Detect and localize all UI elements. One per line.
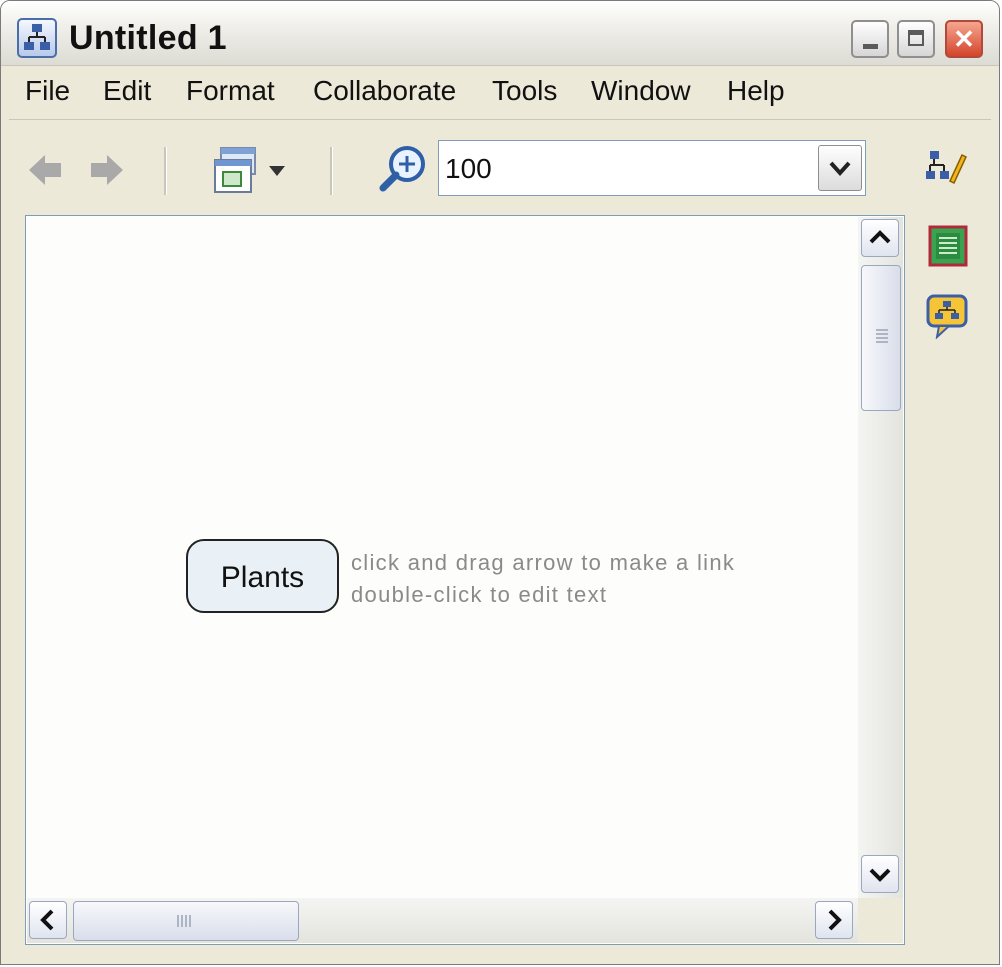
scroll-down-button[interactable] bbox=[861, 855, 899, 893]
scroll-right-button[interactable] bbox=[815, 901, 853, 939]
zoom-value[interactable]: 100 bbox=[445, 153, 492, 185]
menu-collaborate[interactable]: Collaborate bbox=[313, 75, 456, 107]
chevron-left-icon bbox=[40, 909, 54, 931]
scrollbar-corner bbox=[858, 898, 903, 943]
maximize-button[interactable] bbox=[897, 20, 935, 58]
chevron-down-icon bbox=[829, 161, 851, 176]
menu-file[interactable]: File bbox=[25, 75, 70, 107]
zoom-in-icon[interactable] bbox=[377, 144, 427, 194]
app-window: Untitled 1 ✕ File Edit Format Collaborat… bbox=[0, 0, 1000, 965]
minimize-icon bbox=[863, 44, 878, 49]
collaboration-icon[interactable] bbox=[925, 293, 971, 344]
zoom-dropdown-button[interactable] bbox=[818, 145, 862, 191]
grip-icon bbox=[177, 915, 191, 927]
concept-label[interactable]: Plants bbox=[188, 561, 337, 595]
toolbar-separator bbox=[164, 147, 167, 195]
menu-format[interactable]: Format bbox=[186, 75, 275, 107]
minimize-button[interactable] bbox=[851, 20, 889, 58]
maximize-icon bbox=[908, 30, 924, 46]
grip-icon bbox=[876, 329, 888, 343]
vertical-scrollbar[interactable] bbox=[858, 217, 903, 943]
menu-help[interactable]: Help bbox=[727, 75, 785, 107]
map-canvas[interactable] bbox=[25, 215, 905, 945]
view-menu-button[interactable] bbox=[211, 146, 293, 196]
chevron-down-icon bbox=[869, 868, 891, 882]
menu-bar: File Edit Format Collaborate Tools Windo… bbox=[9, 67, 991, 120]
info-icon[interactable] bbox=[927, 225, 971, 274]
close-icon: ✕ bbox=[953, 24, 975, 54]
title-bar[interactable]: Untitled 1 ✕ bbox=[1, 1, 999, 66]
chevron-right-icon bbox=[828, 909, 842, 931]
forward-arrow-icon[interactable] bbox=[87, 151, 125, 194]
close-button[interactable]: ✕ bbox=[945, 20, 983, 58]
view-windows-icon bbox=[214, 147, 285, 193]
hint-text-link: click and drag arrow to make a link bbox=[351, 550, 736, 575]
menu-edit[interactable]: Edit bbox=[103, 75, 151, 107]
vertical-scroll-thumb[interactable] bbox=[861, 265, 901, 411]
back-arrow-icon[interactable] bbox=[27, 151, 65, 194]
scroll-left-button[interactable] bbox=[29, 901, 67, 939]
window-title: Untitled 1 bbox=[69, 19, 227, 57]
zoom-combobox[interactable]: 100 bbox=[438, 140, 866, 196]
scroll-up-button[interactable] bbox=[861, 219, 899, 257]
menu-tools[interactable]: Tools bbox=[492, 75, 557, 107]
horizontal-scroll-thumb[interactable] bbox=[73, 901, 299, 941]
toolbar-separator bbox=[330, 147, 333, 195]
chevron-up-icon bbox=[869, 230, 891, 244]
styles-icon[interactable] bbox=[924, 147, 968, 192]
menu-window[interactable]: Window bbox=[591, 75, 691, 107]
concept-node-plants[interactable]: Plants bbox=[186, 539, 339, 613]
horizontal-scrollbar[interactable] bbox=[27, 898, 859, 943]
app-icon bbox=[17, 18, 57, 58]
hint-text-edit: double-click to edit text bbox=[351, 582, 608, 607]
